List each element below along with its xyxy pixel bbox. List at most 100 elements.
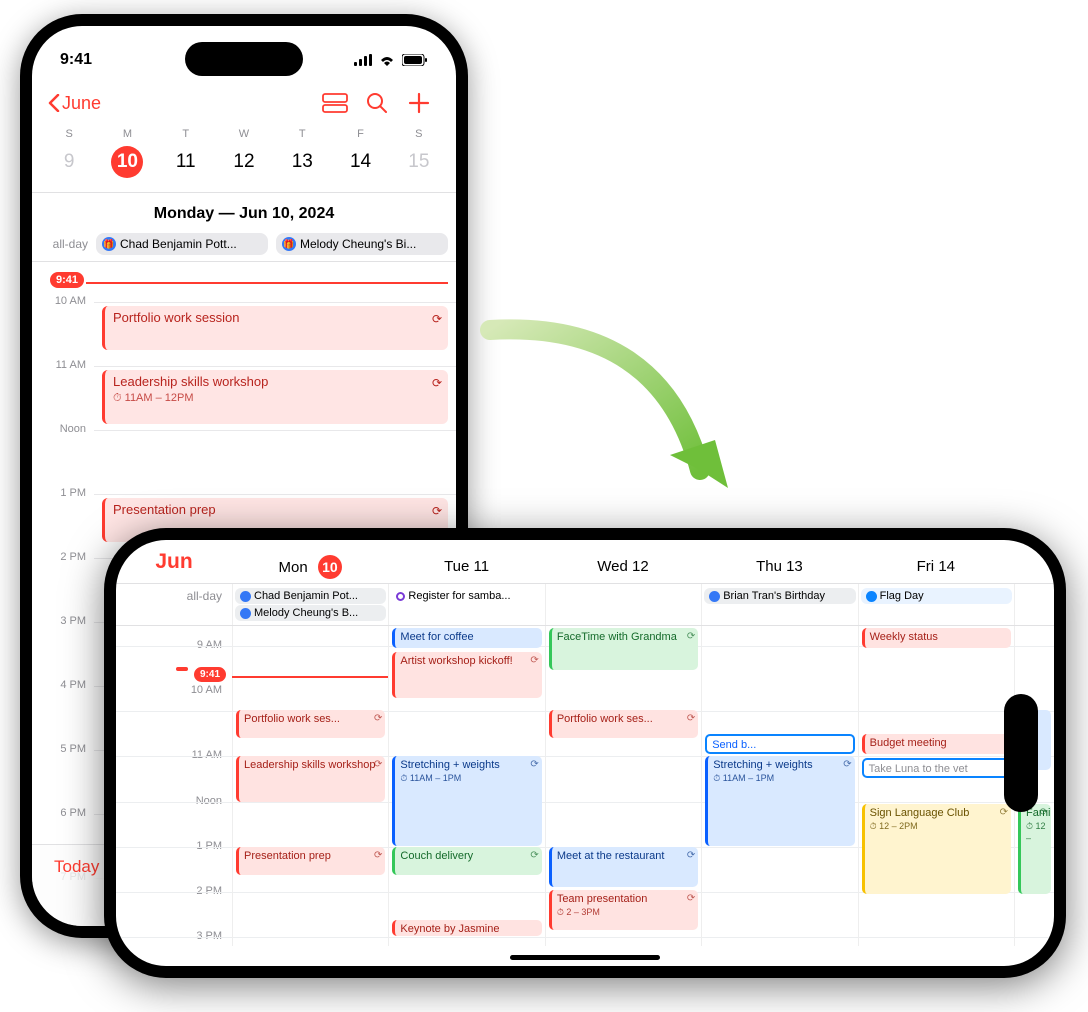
event-block[interactable]: ⟳Couch delivery <box>392 847 541 875</box>
event-block[interactable]: Keynote by Jasmine <box>392 920 541 936</box>
event-block[interactable]: ⟳Meet at the restaurant <box>549 847 698 887</box>
now-badge: 9:41 <box>194 667 226 682</box>
iphone-landscape: Jun Mon 10 Tue 11 Wed 12 Thu 13 Fri 14 a… <box>104 528 1066 978</box>
now-indicator-line <box>86 282 448 284</box>
day-header[interactable]: Tue 11 <box>388 548 544 575</box>
day-cell[interactable]: 14 <box>331 146 389 182</box>
screen-landscape: Jun Mon 10 Tue 11 Wed 12 Thu 13 Fri 14 a… <box>116 540 1054 966</box>
repeat-icon: ⟳ <box>432 312 442 326</box>
day-cell[interactable]: 15 <box>390 146 448 182</box>
event-block[interactable]: ⟳Presentation prep <box>236 847 385 875</box>
battery-icon <box>402 54 428 66</box>
month-label[interactable]: Jun <box>116 550 232 574</box>
event-title: Stretching + weights <box>713 759 812 771</box>
wifi-icon <box>378 54 396 66</box>
day-cell[interactable]: 11 <box>157 146 215 182</box>
event-block[interactable]: Take Luna to the vet <box>862 758 1011 778</box>
event-block[interactable]: ⟳Portfolio work ses... <box>236 710 385 738</box>
allday-cell[interactable]: Register for samba... <box>388 584 544 625</box>
allday-event[interactable]: Flag Day <box>861 588 1012 604</box>
day-cell-selected[interactable]: 10 <box>98 146 156 182</box>
day-cell[interactable]: 13 <box>273 146 331 182</box>
event-block[interactable]: ⟳Family⏱ 12 – <box>1018 804 1051 894</box>
day-header[interactable]: Fri 14 <box>858 548 1014 575</box>
hour-label: 4 PM <box>32 679 86 691</box>
repeat-icon: ⟳ <box>687 713 695 725</box>
home-indicator[interactable] <box>510 955 660 960</box>
event-block[interactable]: ⟳FaceTime with Grandma <box>549 628 698 670</box>
day-header[interactable]: Thu 13 <box>701 548 857 575</box>
gift-icon <box>240 608 251 619</box>
event-title: FaceTime with Grandma <box>557 631 677 643</box>
allday-cell[interactable]: Flag Day <box>858 584 1014 625</box>
event-title: Portfolio work session <box>113 310 239 325</box>
allday-event[interactable]: Melody Cheung's B... <box>235 605 386 621</box>
hour-label: 3 PM <box>32 615 86 627</box>
today-button[interactable]: Today <box>54 857 99 877</box>
ring-icon <box>396 592 405 601</box>
hour-label: 11 AM <box>32 359 86 371</box>
day-cell[interactable]: 12 <box>215 146 273 182</box>
hour-label: Noon <box>196 795 222 807</box>
gift-icon: 🎁 <box>102 237 116 251</box>
day-header[interactable]: Mon 10 <box>232 545 388 579</box>
hour-label: 3 PM <box>196 930 222 942</box>
allday-event[interactable]: Register for samba... <box>391 588 542 604</box>
week-grid[interactable]: 9 AM 10 AM 11 AM Noon 1 PM 2 PM 3 PM 9:4… <box>116 626 1054 946</box>
event-title: Leadership skills workshop <box>244 759 375 771</box>
allday-text: Chad Benjamin Pott... <box>120 237 237 251</box>
plus-icon <box>408 92 430 114</box>
hour-label: 2 PM <box>32 551 86 563</box>
allday-label: all-day <box>40 237 88 251</box>
now-line <box>232 676 388 678</box>
day-column-tue[interactable]: Meet for coffee ⟳Artist workshop kickoff!… <box>388 626 544 946</box>
event-block[interactable]: ⟳Sign Language Club⏱ 12 – 2PM <box>862 804 1011 894</box>
event-block[interactable]: ⟳Portfolio work ses... <box>549 710 698 738</box>
event-block[interactable]: ⟳Stretching + weights⏱ 11AM – 1PM <box>705 756 854 846</box>
dynamic-island <box>1004 694 1038 812</box>
back-button[interactable]: June <box>48 93 101 114</box>
event-block[interactable]: ⟳ Portfolio work session <box>102 306 448 350</box>
hour-label: 10 AM <box>32 295 86 307</box>
hour-label: 11 AM <box>192 749 222 761</box>
allday-cell[interactable]: Chad Benjamin Pot... Melody Cheung's B..… <box>232 584 388 625</box>
event-block[interactable]: ⟳ Leadership skills workshop ⏱ 11AM – 12… <box>102 370 448 424</box>
repeat-icon: ⟳ <box>1000 807 1008 819</box>
allday-event[interactable]: Brian Tran's Birthday <box>704 588 855 604</box>
search-button[interactable] <box>356 87 398 119</box>
day-header[interactable]: Wed 12 <box>545 548 701 575</box>
day-column-fri[interactable]: Weekly status Budget meeting Take Luna to … <box>858 626 1014 946</box>
day-column-thu[interactable]: Send b...⟳Stretching + weights⏱ 11AM – 1… <box>701 626 857 946</box>
day-cell[interactable]: 9 <box>40 146 98 182</box>
allday-cell[interactable]: Brian Tran's Birthday <box>701 584 857 625</box>
event-block[interactable]: Weekly status <box>862 628 1011 648</box>
add-button[interactable] <box>398 87 440 119</box>
event-block[interactable]: ⟳Team presentation⏱ 2 – 3PM <box>549 890 698 930</box>
event-block[interactable]: ⟳Artist workshop kickoff! <box>392 652 541 698</box>
event-time: 11AM – 12PM <box>125 392 194 404</box>
event-title: Send b... <box>712 739 756 751</box>
allday-event[interactable]: 🎁 Melody Cheung's Bi... <box>276 233 448 255</box>
hour-label: 5 PM <box>32 743 86 755</box>
event-title: Presentation prep <box>113 502 216 517</box>
event-block[interactable]: Send b... <box>705 734 854 754</box>
allday-cell[interactable] <box>545 584 701 625</box>
allday-event[interactable]: Chad Benjamin Pot... <box>235 588 386 604</box>
weekday-row: S M T W T F S <box>32 122 456 140</box>
event-block[interactable]: ⟳Stretching + weights⏱ 11AM – 1PM <box>392 756 541 846</box>
day-column-mon[interactable]: ⟳Portfolio work ses... ⟳Leadership skills… <box>232 626 388 946</box>
event-title: Sign Language Club <box>870 807 970 819</box>
event-title: Take Luna to the vet <box>869 763 968 775</box>
day-column-wed[interactable]: ⟳FaceTime with Grandma⟳Portfolio work se… <box>545 626 701 946</box>
view-mode-button[interactable] <box>314 87 356 119</box>
status-time: 9:41 <box>60 51 92 69</box>
event-block[interactable]: Meet for coffee <box>392 628 541 648</box>
rotate-arrow-icon <box>460 310 760 550</box>
event-title: Couch delivery <box>400 850 473 862</box>
weekday: T <box>273 128 331 140</box>
event-block[interactable]: Budget meeting <box>862 734 1011 754</box>
event-block[interactable]: ⟳Leadership skills workshop <box>236 756 385 802</box>
repeat-icon: ⟳ <box>843 759 851 771</box>
allday-event[interactable]: 🎁 Chad Benjamin Pott... <box>96 233 268 255</box>
weekday: M <box>98 128 156 140</box>
